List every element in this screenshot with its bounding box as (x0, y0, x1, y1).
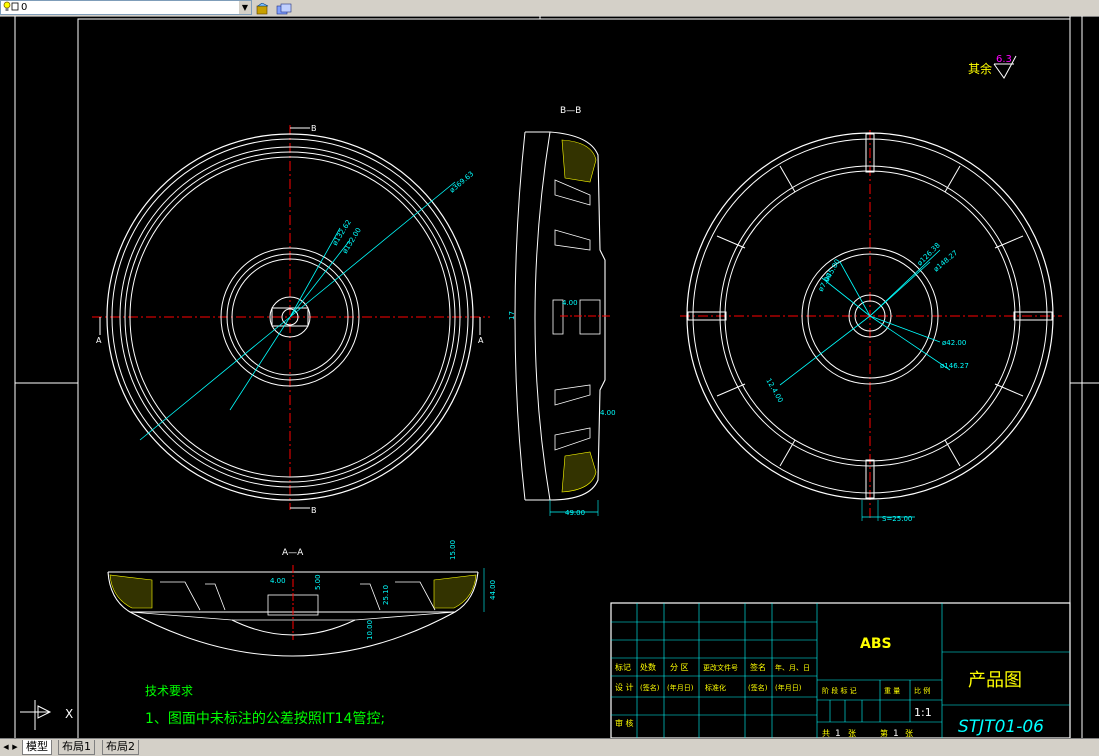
drawing-frame (14, 16, 1099, 740)
tab-layout2[interactable]: 布局2 (102, 740, 139, 755)
chevron-down-icon[interactable]: ▼ (239, 1, 251, 14)
section-mark-a-right: A (478, 336, 484, 345)
rear-view: ø126.38 ø148.27 ø45.00 ø7.00 ø42.00 ø146… (680, 130, 1062, 523)
drawing-number: STJT01-06 (958, 717, 1044, 737)
scale-value: 1:1 (914, 706, 932, 719)
section-bb-view: B—B 49.00 4.00 4.00 17 (508, 106, 616, 517)
layer-dropdown[interactable]: 0 ▼ (0, 0, 252, 15)
layer-toolbar: 0 ▼ (0, 0, 1099, 17)
layer-manager-icon[interactable] (256, 1, 270, 15)
svg-text:处数: 处数 (640, 662, 656, 672)
dim-diameter-outer: ø369.63 (448, 170, 475, 195)
svg-text:标准化: 标准化 (705, 683, 726, 692)
dim-4b: 4.00 (600, 409, 616, 417)
tab-model[interactable]: 模型 (22, 740, 52, 755)
dim-rear-r: 12.4.00 (764, 377, 784, 404)
dim-4a: 4.00 (562, 299, 578, 307)
svg-text:张: 张 (848, 729, 856, 738)
drawing-canvas[interactable]: 其余 6.3 ø369.63 ø132.62 ø132.00 B B A A B… (0, 16, 1099, 740)
svg-text:共: 共 (822, 729, 830, 738)
svg-text:第: 第 (880, 728, 888, 738)
svg-text:签名: 签名 (750, 662, 766, 672)
roughness-label: 其余 (968, 61, 992, 76)
tech-requirements-title: 技术要求 (145, 684, 193, 698)
svg-text:标记: 标记 (615, 662, 631, 672)
svg-text:(年月日): (年月日) (667, 683, 694, 692)
svg-text:比 例: 比 例 (914, 686, 930, 695)
dim-rear-d6: ø42.00 (942, 339, 966, 347)
section-bb-title: B—B (560, 106, 581, 116)
dim-17: 17 (508, 311, 516, 320)
dim-s25: S=25.00 (882, 515, 912, 523)
front-view: ø369.63 ø132.62 ø132.00 B B A A (92, 124, 490, 515)
svg-text:更改文件号: 更改文件号 (703, 663, 738, 672)
section-aa-view: A—A 4.00 5.00 15.00 25.10 10.00 44.00 (107, 540, 497, 657)
svg-text:设 计: 设 计 (615, 682, 634, 692)
title-block: ABS 产品图 STJT01-06 1:1 标记 处数 分 区 更改文件号 签名… (610, 602, 1071, 739)
svg-text:重 量: 重 量 (884, 687, 900, 695)
drawing-name: 产品图 (968, 670, 1022, 691)
svg-text:1: 1 (893, 729, 899, 738)
material-value: ABS (860, 636, 892, 652)
svg-text:审 核: 审 核 (615, 718, 634, 728)
dim-rear-d8: ø7.00 (817, 272, 834, 293)
roughness-value: 6.3 (996, 54, 1012, 65)
layer-previous-icon[interactable] (276, 1, 292, 15)
svg-text:张: 张 (905, 729, 913, 738)
tab-first-icon[interactable]: ◀ (2, 741, 10, 753)
layout-tabs-bar: ◀ ▶ 模型 布局1 布局2 (0, 738, 1099, 756)
dim-aa-2510: 25.10 (382, 585, 390, 605)
section-mark-a-left: A (96, 336, 102, 345)
svg-text:年、月、日: 年、月、日 (775, 663, 810, 672)
dim-aa-15: 15.00 (449, 540, 457, 560)
svg-text:(签名): (签名) (748, 683, 768, 692)
ucs-icon: X (20, 700, 73, 730)
svg-text:阶 段 标 记: 阶 段 标 记 (822, 686, 857, 695)
dim-aa-4: 4.00 (270, 577, 286, 585)
current-layer-name: 0 (21, 2, 28, 13)
tab-layout1[interactable]: 布局1 (58, 740, 95, 755)
section-aa-title: A—A (282, 548, 304, 558)
section-mark-b-top: B (311, 124, 317, 133)
dim-aa-5: 5.00 (314, 574, 322, 590)
roughness-symbol: 其余 6.3 (968, 54, 1017, 79)
svg-text:分 区: 分 区 (670, 663, 689, 672)
dim-aa-10: 10.00 (366, 620, 374, 640)
svg-text:(年月日): (年月日) (775, 683, 802, 692)
dim-width-49: 49.00 (565, 509, 585, 517)
svg-text:1: 1 (835, 729, 841, 738)
dim-rear-d9: ø146.27 (940, 362, 969, 370)
svg-text:X: X (65, 707, 73, 721)
tab-next-icon[interactable]: ▶ (11, 741, 19, 753)
svg-text:(签名): (签名) (640, 683, 660, 692)
tech-requirement-line-1: 1、图面中未标注的公差按照IT14管控; (145, 711, 385, 727)
section-mark-b-bottom: B (311, 506, 317, 515)
dim-aa-44: 44.00 (489, 580, 497, 600)
